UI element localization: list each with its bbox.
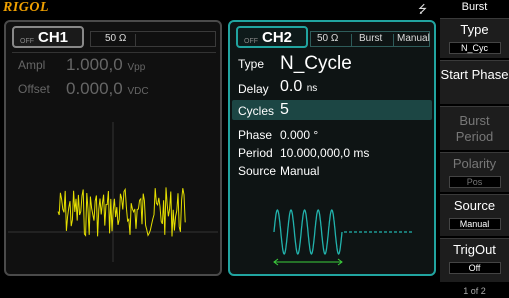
ch2-name: CH2 xyxy=(262,29,293,46)
ch2-mode: Burst xyxy=(359,33,383,44)
softkey-source-value: Manual xyxy=(448,218,501,230)
cycles-label: Cycles xyxy=(238,104,275,118)
ch1-name: CH1 xyxy=(38,29,69,46)
softkey-type-value: N_Cyc xyxy=(448,42,501,54)
ch2-impedance: 50 Ω xyxy=(317,33,339,44)
ch1-noise-waveform xyxy=(57,187,186,237)
ch2-output-state: OFF xyxy=(244,38,258,45)
ch1-ampl-label: Ampl xyxy=(18,58,46,72)
page-indicator[interactable]: 1 of 2 xyxy=(440,286,509,296)
phase-value[interactable]: 0.000 ° xyxy=(280,128,318,142)
delay-unit: ns xyxy=(306,83,318,94)
ch1-offset-number: 0.000,0 xyxy=(66,79,123,98)
cycles-value[interactable]: 5 xyxy=(280,101,289,119)
brand-logo: RIGOL xyxy=(3,0,50,15)
delay-label: Delay xyxy=(238,82,269,96)
ch1-status-bar: 50 Ω xyxy=(90,31,216,47)
ch1-offset-label: Offset xyxy=(18,82,50,96)
ch1-status-divider xyxy=(135,34,136,46)
softkey-trigout-label: TrigOut xyxy=(453,242,496,257)
ch2-burst-waveform xyxy=(273,209,343,255)
softkey-trigout[interactable]: TrigOut Off xyxy=(440,238,509,282)
usb-icon: ⭍ xyxy=(418,4,428,16)
softkey-polarity-value: Pos xyxy=(448,176,501,188)
ch2-status-divider-1 xyxy=(351,34,352,46)
type-value[interactable]: N_Cycle xyxy=(280,53,352,75)
ch1-output-state: OFF xyxy=(20,38,34,45)
ch1-offset-unit: VDC xyxy=(127,86,149,97)
softkey-start-phase[interactable]: Start Phase xyxy=(440,60,509,104)
softkey-burst-period[interactable]: Burst Period xyxy=(440,106,509,150)
ch1-ampl-value[interactable]: 1.000,0 Vpp xyxy=(66,55,145,75)
period-label: Period xyxy=(238,146,273,160)
delay-value[interactable]: 0.0 ns xyxy=(280,78,317,96)
phase-label: Phase xyxy=(238,128,273,142)
source-value[interactable]: Manual xyxy=(280,164,319,178)
softkey-type-label: Type xyxy=(460,22,489,37)
softkey-burst-period-label: Burst Period xyxy=(455,113,494,144)
period-value[interactable]: 10.000,000,0 ms xyxy=(280,146,369,160)
softkey-source[interactable]: Source Manual xyxy=(440,194,509,236)
ch2-tab[interactable]: OFF CH2 xyxy=(236,26,308,48)
ch2-status-bar: 50 Ω Burst Manual xyxy=(310,31,430,47)
ch1-waveform-preview xyxy=(8,122,218,262)
softkey-source-label: Source xyxy=(453,198,496,213)
softkey-polarity[interactable]: Polarity Pos xyxy=(440,152,509,192)
ch1-divider xyxy=(12,52,216,53)
ch1-tab[interactable]: OFF CH1 xyxy=(12,26,84,48)
softkey-polarity-label: Polarity xyxy=(452,156,497,171)
source-label: Source xyxy=(238,164,277,178)
top-bar: RIGOL ⭍ Burst xyxy=(0,0,509,16)
ch1-offset-value[interactable]: 0.000,0 VDC xyxy=(66,79,149,99)
type-label: Type xyxy=(238,57,265,71)
ch2-burst-waveform-preview xyxy=(273,209,414,266)
ch1-ampl-number: 1.000,0 xyxy=(66,55,123,74)
ch2-panel[interactable]: OFF CH2 50 Ω Burst Manual Type N_Cycle D… xyxy=(228,20,436,276)
ch1-panel[interactable]: OFF CH1 50 Ω Ampl 1.000,0 Vpp Offset 0.0… xyxy=(4,20,222,276)
delay-number: 0.0 xyxy=(280,78,303,95)
softkey-type[interactable]: Type N_Cyc xyxy=(440,18,509,58)
softkey-start-phase-label: Start Phase xyxy=(440,67,509,82)
ch1-impedance: 50 Ω xyxy=(105,33,127,44)
menu-title: Burst xyxy=(461,1,488,13)
softkey-trigout-value: Off xyxy=(448,262,501,274)
ch2-trigger: Manual xyxy=(397,33,430,44)
ch1-ampl-unit: Vpp xyxy=(127,62,146,73)
ch2-status-divider-2 xyxy=(393,34,394,46)
